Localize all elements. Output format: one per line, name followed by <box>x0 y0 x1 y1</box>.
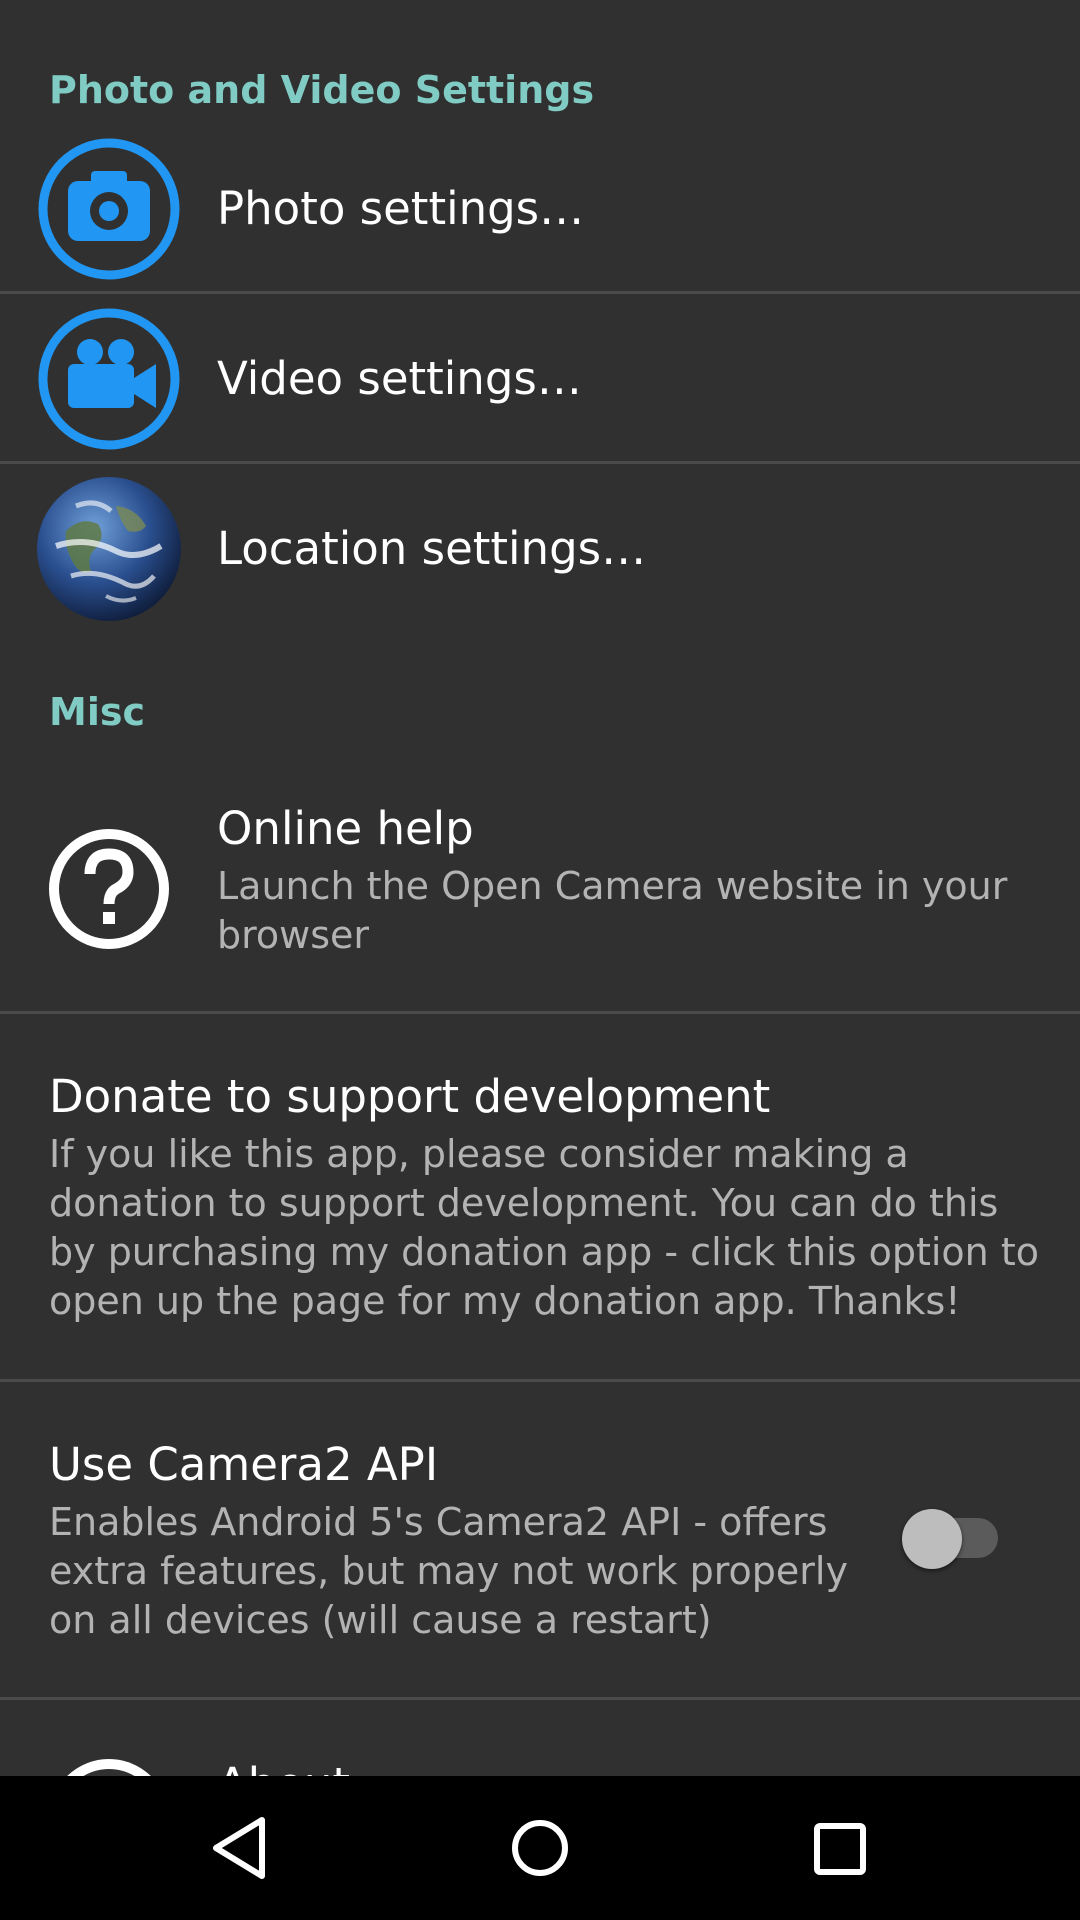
video-settings-title: Video settings… <box>217 352 582 405</box>
camera-icon <box>36 136 182 282</box>
navigation-bar <box>0 1776 1080 1920</box>
online-help-summary: Launch the Open Camera website in your b… <box>217 864 1008 957</box>
online-help-item[interactable]: Online help Launch the Open Camera websi… <box>0 770 1080 1012</box>
info-icon <box>36 1746 182 1776</box>
about-item[interactable]: About <box>0 1700 1080 1776</box>
camera2-api-switch[interactable] <box>902 1509 962 1569</box>
globe-icon <box>36 476 182 622</box>
about-title: About <box>217 1758 350 1776</box>
help-circle-icon <box>36 816 182 962</box>
video-settings-item[interactable]: Video settings… <box>0 294 1080 462</box>
recents-icon <box>814 1823 866 1875</box>
photo-settings-title: Photo settings… <box>217 182 585 235</box>
video-camera-icon <box>36 306 182 452</box>
donate-item[interactable]: Donate to support development If you lik… <box>0 1014 1080 1380</box>
online-help-title: Online help <box>217 802 474 855</box>
camera2-api-summary: Enables Android 5's Camera2 API - offers… <box>49 1500 848 1642</box>
back-button[interactable] <box>160 1776 320 1920</box>
location-settings-title: Location settings… <box>217 522 647 575</box>
recents-button[interactable] <box>760 1776 920 1920</box>
camera2-api-title: Use Camera2 API <box>49 1438 439 1491</box>
settings-screen: Photo and Video Settings Photo settings… <box>0 0 1080 1920</box>
donate-summary: If you like this app, please consider ma… <box>49 1132 1039 1323</box>
location-settings-item[interactable]: Location settings… <box>0 464 1080 632</box>
home-icon <box>512 1820 568 1876</box>
section-header-photo-video: Photo and Video Settings <box>49 68 595 112</box>
photo-settings-item[interactable]: Photo settings… <box>0 124 1080 292</box>
back-icon <box>213 1817 265 1879</box>
home-button[interactable] <box>460 1776 620 1920</box>
donate-title: Donate to support development <box>49 1070 771 1123</box>
section-header-misc: Misc <box>49 690 145 734</box>
